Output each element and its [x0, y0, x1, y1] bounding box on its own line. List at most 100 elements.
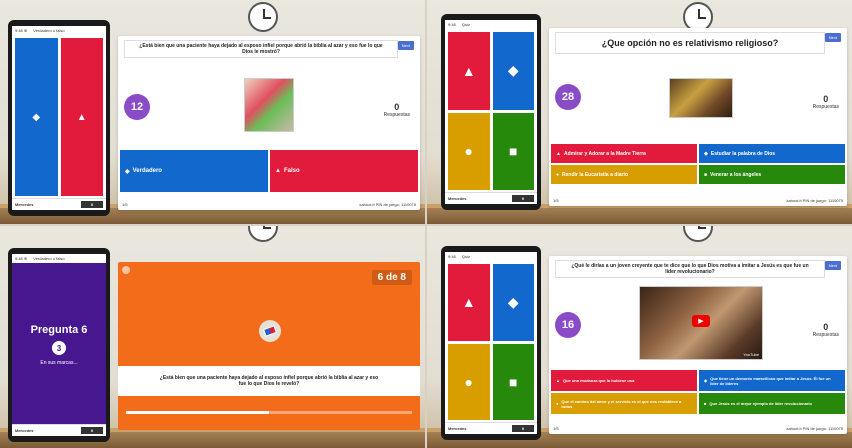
phone-app-label: Verdadero o falso: [33, 256, 65, 261]
play-icon[interactable]: ▶: [692, 315, 710, 327]
diamond-icon: ◆: [125, 168, 130, 175]
phone-answer-blue[interactable]: ◆: [492, 264, 534, 341]
question-progress: 1/5: [122, 201, 128, 207]
option-green[interactable]: ■ Que Jesús es el mejor ejemplo de líder …: [699, 393, 845, 414]
phone-answer-yellow[interactable]: ●: [448, 112, 490, 190]
answers-counter: 0 Respuestas: [813, 94, 839, 110]
phone-answer-blue[interactable]: ◆: [492, 32, 534, 110]
phone-answer-buttons: ◆ ▲: [15, 38, 103, 196]
phone-screen: 9:48 ⊕ Verdadero o falso ◆ ▲ Mercedes 0: [12, 26, 106, 210]
option-label: Venerar a los ángeles: [710, 171, 762, 178]
option-label: Que una mudanza que la hubiese usa: [562, 378, 635, 383]
phone-answer-blue[interactable]: ◆: [15, 38, 58, 196]
answers-counter: 0 Respuestas: [384, 102, 410, 118]
option-green[interactable]: ■ Venerar a los ángeles: [699, 165, 845, 184]
question-title: ¿Está bien que una paciente haya dejado …: [118, 366, 420, 396]
question-number-label: Pregunta 6: [30, 324, 88, 336]
phone-mockup: 9:48 ⊕ Verdadero o falso ◆ ▲ Mercedes 0: [8, 20, 110, 216]
option-label: Estudiar la palabra de Dios: [710, 150, 776, 157]
question-title: ¿Qué le dirías a un joven creyente que t…: [555, 260, 825, 278]
phone-screen: 9:48 Quiz ▲ ◆ ● ■ Mercedes 0: [445, 20, 537, 204]
game-pin: kahoot.it PIN de juego: 1110075: [786, 425, 843, 431]
next-button[interactable]: Next: [397, 41, 414, 50]
option-label: Que Jesús es el mejor ejemplo de líder r…: [709, 401, 812, 406]
phone-answer-green[interactable]: ■: [492, 343, 534, 420]
wall-clock: [248, 2, 278, 32]
option-yellow[interactable]: ● Que el camino del amor y el servicio es…: [551, 393, 697, 414]
question-progress: 1/5: [553, 425, 559, 431]
option-false[interactable]: ▲ Falso: [270, 150, 418, 192]
answer-options: ▲ Admirar y Adorar a la Madre Tierra ◆ Est…: [551, 144, 845, 184]
kahoot-badge-icon: [122, 266, 130, 274]
option-label: Verdadero: [132, 168, 162, 174]
phone-footer: Mercedes 0: [12, 198, 106, 210]
answers-count-number: 0: [823, 94, 829, 104]
phone-app-label: Verdadero o falso: [33, 28, 65, 33]
option-red[interactable]: ▲ Que una mudanza que la hubiese usa: [551, 370, 697, 391]
option-yellow[interactable]: ● Rendir la Eucaristía a diario: [551, 165, 697, 184]
player-name: Mercedes: [448, 196, 467, 201]
phone-answer-green[interactable]: ■: [492, 112, 534, 190]
diamond-icon: ◆: [507, 293, 519, 310]
phone-answer-red[interactable]: ▲: [448, 264, 490, 341]
diamond-icon: ◆: [704, 378, 708, 383]
question-intro-board: 6 de 8 ¿Está bien que una paciente haya …: [118, 262, 420, 430]
phone-time: 9:48: [448, 22, 456, 27]
panel-quiz-question: 9:48 Quiz ▲ ◆ ● ■ Mercedes 0 ¿Que opción…: [427, 0, 852, 224]
answers-count-label: Respuestas: [812, 332, 839, 338]
phone-answer-yellow[interactable]: ●: [448, 343, 490, 420]
phone-answer-red[interactable]: ▲: [60, 38, 103, 196]
host-board: ¿Qué le dirías a un joven creyente que t…: [549, 256, 847, 434]
panel-video-question: 9:48 Quiz ▲ ◆ ● ■ Mercedes 0 ¿Qué le dir…: [427, 226, 852, 448]
answers-count-label: Respuestas: [383, 112, 410, 118]
intro-progress-bar: [126, 411, 412, 414]
option-blue[interactable]: ◆ Estudiar la palabra de Dios: [699, 144, 845, 163]
circle-icon: ●: [464, 143, 473, 160]
question-video[interactable]: ▶ YouTube: [639, 286, 763, 360]
answers-count-label: Respuestas: [812, 104, 839, 110]
phone-status-bar: 9:48 ⊕ Verdadero o falso: [12, 26, 106, 35]
triangle-icon: ▲: [556, 150, 561, 157]
triangle-icon: ▲: [461, 294, 476, 311]
answer-options: ▲ Que una mudanza que la hubiese usa ◆ Que…: [551, 370, 845, 414]
triangle-icon: ▲: [461, 62, 476, 79]
phone-answer-red[interactable]: ▲: [448, 32, 490, 110]
board-footer: 1/5 kahoot.it PIN de juego: 1110075: [122, 200, 416, 208]
option-red[interactable]: ▲ Admirar y Adorar a la Madre Tierra: [551, 144, 697, 163]
triangle-icon: ▲: [275, 168, 281, 174]
option-label: Falso: [283, 168, 300, 174]
player-name: Mercedes: [448, 426, 467, 431]
question-intro-screen: Pregunta 6 3 En sus marcas...: [12, 254, 106, 436]
video-provider-label: YouTube: [743, 352, 759, 357]
progress-fill: [126, 411, 269, 414]
square-icon: ■: [704, 171, 708, 178]
phone-time: 9:48 ⊕: [15, 28, 28, 33]
ready-text: En sus marcas...: [40, 360, 78, 366]
phone-mockup: 9:48 Quiz ▲ ◆ ● ■ Mercedes 0: [441, 246, 541, 440]
phone-mockup: 9:48 Quiz ▲ ◆ ● ■ Mercedes 0: [441, 14, 541, 210]
countdown-timer: 12: [124, 94, 150, 120]
countdown-timer: 16: [555, 312, 581, 338]
phone-answer-buttons: ▲ ◆ ● ■: [448, 264, 534, 420]
question-image: [244, 78, 294, 132]
countdown-timer: 28: [555, 84, 581, 110]
phone-app-label: Quiz: [461, 254, 471, 259]
question-title: ¿Está bien que una paciente haya dejado …: [124, 40, 398, 58]
panel-true-false-question: 9:48 ⊕ Verdadero o falso ◆ ▲ Mercedes 0 …: [0, 0, 425, 224]
circle-icon: ●: [556, 401, 559, 406]
next-button[interactable]: Next: [824, 261, 841, 270]
diamond-icon: ◆: [704, 150, 708, 157]
option-true[interactable]: ◆ Verdadero: [120, 150, 268, 192]
option-blue[interactable]: ◆ Que tiene un demonio maravilloso que im…: [699, 370, 845, 391]
answers-counter: 0 Respuestas: [813, 322, 839, 338]
answer-options: ◆ Verdadero ▲ Falso: [120, 150, 418, 192]
countdown-circle: 3: [52, 341, 66, 355]
answers-count-number: 0: [823, 322, 829, 332]
game-pin: kahoot.it PIN de juego: 1110075: [786, 197, 843, 203]
player-score: 0: [81, 201, 103, 208]
square-icon: ■: [509, 143, 518, 160]
wall-clock: [683, 226, 713, 242]
phone-app-label: Quiz: [461, 22, 471, 27]
next-button[interactable]: Next: [824, 33, 841, 42]
phone-footer: Mercedes 0: [445, 422, 537, 434]
